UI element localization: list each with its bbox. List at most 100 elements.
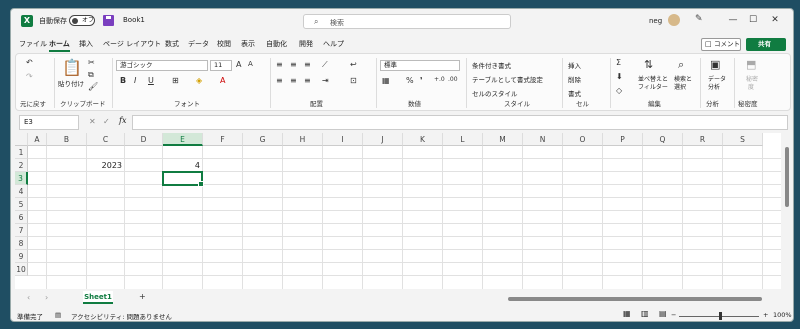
select-all-corner[interactable] xyxy=(15,133,28,146)
minimize-button[interactable]: — xyxy=(725,13,741,27)
font-size-select[interactable]: 11 xyxy=(210,60,232,71)
paste-label[interactable]: 貼り付け xyxy=(58,78,84,88)
find-select-label-2[interactable]: 選択 xyxy=(674,82,686,91)
number-format-select[interactable]: 標準 xyxy=(380,60,460,71)
sort-filter-label-2[interactable]: フィルター xyxy=(638,82,668,91)
zoom-in-icon[interactable]: + xyxy=(763,311,768,319)
column-header-G[interactable]: G xyxy=(243,133,283,146)
zoom-level[interactable]: 100% xyxy=(773,311,792,319)
autosave-toggle[interactable]: オフ xyxy=(69,15,95,26)
sensitivity-label-2[interactable]: 度 xyxy=(748,82,754,91)
row-header-9[interactable]: 9 xyxy=(15,250,28,263)
tab-view[interactable]: 表示 xyxy=(241,39,255,49)
row-header-5[interactable]: 5 xyxy=(15,198,28,211)
delete-cells-button[interactable]: 削除 xyxy=(568,74,581,84)
orientation-icon[interactable]: ⟋ xyxy=(322,60,328,70)
cancel-icon[interactable]: ✕ xyxy=(89,117,96,126)
format-cells-button[interactable]: 書式 xyxy=(568,88,581,98)
currency-icon[interactable]: ▦ xyxy=(382,76,390,85)
bold-button[interactable]: B xyxy=(120,76,126,85)
row-header-8[interactable]: 8 xyxy=(15,237,28,250)
increase-decimal-icon[interactable]: +.0 xyxy=(434,76,445,83)
vertical-scrollbar[interactable] xyxy=(783,133,791,289)
clear-icon[interactable]: ◇ xyxy=(616,86,622,95)
prev-sheet-icon[interactable]: ‹ xyxy=(27,293,30,302)
next-sheet-icon[interactable]: › xyxy=(45,293,48,302)
align-center-icon[interactable]: ≡ xyxy=(290,76,297,85)
column-header-I[interactable]: I xyxy=(323,133,363,146)
close-button[interactable]: ✕ xyxy=(767,13,783,27)
accessibility-status[interactable]: アクセシビリティ: 問題ありません xyxy=(71,311,172,321)
border-icon[interactable]: ⊞ xyxy=(172,76,179,85)
underline-button[interactable]: U xyxy=(148,76,154,85)
font-color-icon[interactable]: A xyxy=(220,76,225,85)
redo-icon[interactable]: ↷ xyxy=(26,72,33,81)
sensitivity-icon[interactable]: ⬒ xyxy=(746,58,756,71)
zoom-slider-knob[interactable] xyxy=(719,312,722,320)
search-box[interactable]: ⌕ 検索 xyxy=(303,14,511,29)
cut-icon[interactable]: ✂ xyxy=(88,58,95,67)
sort-filter-icon[interactable]: ⇅ xyxy=(644,58,653,71)
share-button[interactable]: 共有 xyxy=(746,38,786,51)
horizontal-scrollbar[interactable] xyxy=(494,295,782,303)
row-header-6[interactable]: 6 xyxy=(15,211,28,224)
find-select-icon[interactable]: ⌕ xyxy=(678,58,684,72)
grow-font-icon[interactable]: A xyxy=(236,60,241,69)
tab-developer[interactable]: 開発 xyxy=(299,39,313,49)
normal-view-icon[interactable]: ▦ xyxy=(623,309,631,318)
page-break-view-icon[interactable]: ▤ xyxy=(659,309,667,318)
align-right-icon[interactable]: ≡ xyxy=(304,76,311,85)
tab-file[interactable]: ファイル xyxy=(19,39,47,49)
align-middle-icon[interactable]: ≡ xyxy=(290,60,297,69)
avatar[interactable] xyxy=(668,14,680,26)
column-header-Q[interactable]: Q xyxy=(643,133,683,146)
pen-icon[interactable]: ✎ xyxy=(695,14,703,24)
page-layout-view-icon[interactable]: ▥ xyxy=(641,309,649,318)
column-header-R[interactable]: R xyxy=(683,133,723,146)
copy-icon[interactable]: ⧉ xyxy=(88,70,94,80)
fill-icon[interactable]: ⬇ xyxy=(616,72,623,81)
tab-insert[interactable]: 挿入 xyxy=(79,39,93,49)
decrease-decimal-icon[interactable]: .00 xyxy=(448,76,458,83)
save-icon[interactable] xyxy=(103,15,114,26)
column-header-N[interactable]: N xyxy=(523,133,563,146)
font-name-select[interactable]: 游ゴシック xyxy=(116,60,208,71)
add-sheet-icon[interactable]: + xyxy=(139,292,146,301)
analyze-data-icon[interactable]: ▣ xyxy=(710,58,720,71)
selected-cell[interactable] xyxy=(162,171,204,187)
column-header-M[interactable]: M xyxy=(483,133,523,146)
formula-input[interactable] xyxy=(132,115,788,130)
column-header-C[interactable]: C xyxy=(87,133,125,146)
column-header-L[interactable]: L xyxy=(443,133,483,146)
cell-C2[interactable]: 2023 xyxy=(87,161,122,170)
format-as-table-button[interactable]: テーブルとして書式設定 xyxy=(472,74,543,84)
tab-review[interactable]: 校閲 xyxy=(217,39,231,49)
comment-button[interactable]: コメント xyxy=(701,38,741,51)
align-left-icon[interactable]: ≡ xyxy=(276,76,283,85)
column-header-F[interactable]: F xyxy=(203,133,243,146)
fill-color-icon[interactable]: ◈ xyxy=(196,76,202,85)
merge-icon[interactable]: ⊡ xyxy=(350,76,357,85)
zoom-out-icon[interactable]: − xyxy=(671,311,676,319)
row-header-2[interactable]: 2 xyxy=(15,159,28,172)
name-box[interactable]: E3 xyxy=(19,115,79,130)
user-name[interactable]: neg xyxy=(649,17,662,25)
undo-icon[interactable]: ↶ xyxy=(26,58,33,67)
paste-icon[interactable]: 📋 xyxy=(62,58,82,77)
align-top-icon[interactable]: ≡ xyxy=(276,60,283,69)
column-header-E[interactable]: E xyxy=(163,133,203,146)
format-painter-icon[interactable]: 🖌 xyxy=(88,82,98,91)
comma-icon[interactable]: ❜ xyxy=(420,76,423,85)
tab-page-layout[interactable]: ページ レイアウト xyxy=(103,39,161,49)
column-header-O[interactable]: O xyxy=(563,133,603,146)
row-header-7[interactable]: 7 xyxy=(15,224,28,237)
italic-button[interactable]: I xyxy=(134,76,136,85)
wrap-text-icon[interactable]: ↩ xyxy=(350,60,357,69)
row-header-10[interactable]: 10 xyxy=(15,263,28,276)
row-header-4[interactable]: 4 xyxy=(15,185,28,198)
cell-E2[interactable]: 4 xyxy=(163,161,200,170)
conditional-formatting-button[interactable]: 条件付き書式 xyxy=(472,60,511,70)
tab-help[interactable]: ヘルプ xyxy=(323,39,344,49)
insert-cells-button[interactable]: 挿入 xyxy=(568,60,581,70)
insert-function-button[interactable]: fx xyxy=(119,116,126,125)
